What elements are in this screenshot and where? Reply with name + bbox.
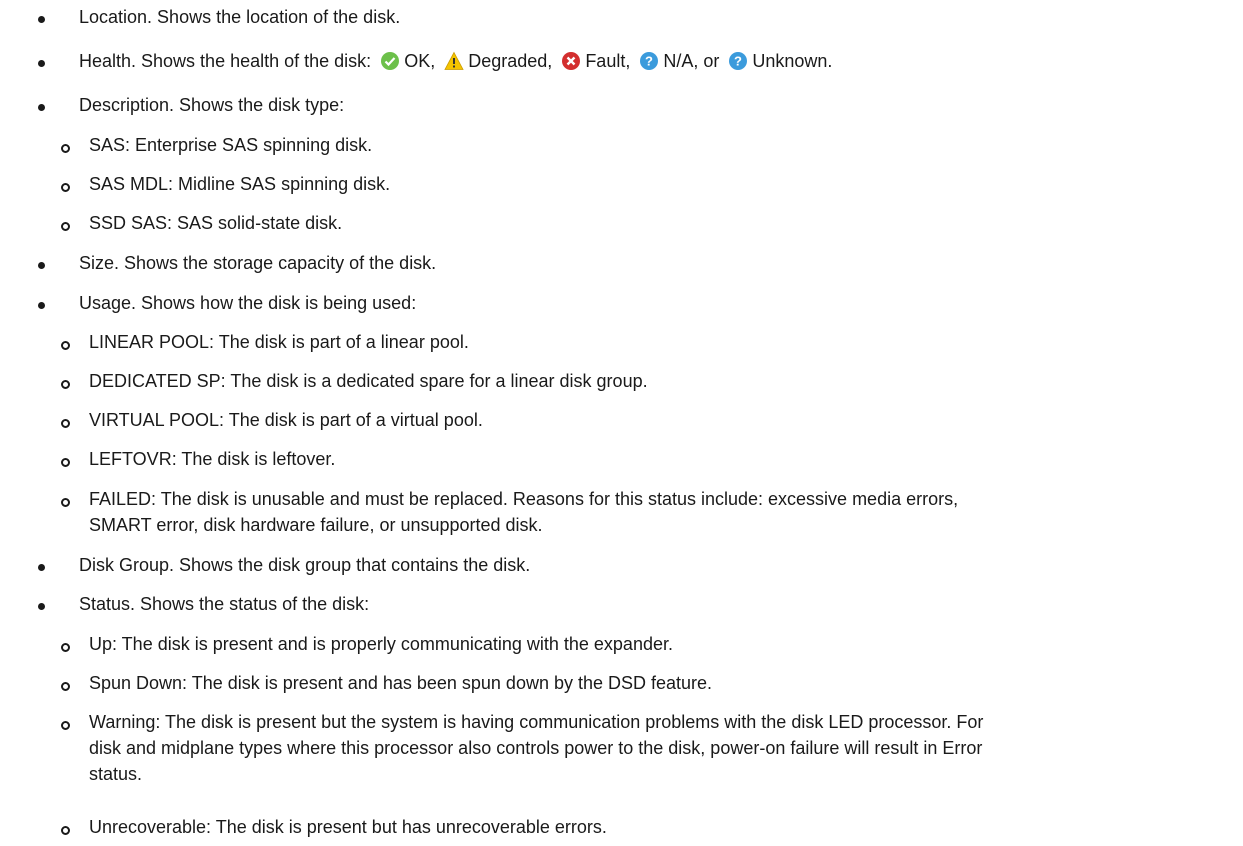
list-item-text: LINEAR POOL: The disk is part of a linea… [89, 332, 469, 352]
list-item-text: FAILED: The disk is unusable and must be… [89, 489, 959, 509]
sub-bullet [61, 643, 70, 652]
bullet [38, 302, 45, 309]
check-circle-icon [381, 52, 400, 70]
list-item-text-continued: SMART error, disk hardware failure, or u… [89, 515, 543, 535]
list-item-text: Warning: The disk is present but the sys… [89, 712, 984, 732]
bullet [38, 60, 45, 67]
sub-bullet [61, 144, 70, 153]
question-circle-icon: ? [640, 52, 659, 70]
sub-bullet [61, 222, 70, 231]
list-item-text: VIRTUAL POOL: The disk is part of a virt… [89, 410, 483, 430]
sub-bullet [61, 682, 70, 691]
sub-bullet [61, 341, 70, 350]
health-unknown-label: Unknown. [752, 51, 833, 71]
health-prefix: Health. Shows the health of the disk: [79, 51, 372, 71]
list-item-text-continued: status. [89, 764, 143, 784]
list-item-text: Up: The disk is present and is properly … [89, 634, 673, 654]
list-item-text: SAS: Enterprise SAS spinning disk. [89, 135, 373, 155]
sub-bullet [61, 419, 70, 428]
x-circle-icon [562, 52, 581, 70]
list-item-text: SSD SAS: SAS solid-state disk. [89, 213, 343, 233]
list-item-text: Size. Shows the storage capacity of the … [79, 253, 437, 273]
health-na-label: N/A, or [663, 51, 720, 71]
list-item-text: SAS MDL: Midline SAS spinning disk. [89, 174, 391, 194]
svg-text:?: ? [734, 54, 742, 69]
sub-bullet [61, 458, 70, 467]
list-item-text: Description. Shows the disk type: [79, 95, 345, 115]
question-circle-icon: ? [729, 52, 748, 70]
list-item-text: Disk Group. Shows the disk group that co… [79, 555, 531, 575]
sub-bullet [61, 721, 70, 730]
svg-text:?: ? [645, 54, 653, 69]
sub-bullet [61, 826, 70, 835]
list-item-text-continued: disk and midplane types where this proce… [89, 738, 983, 758]
bullet [38, 603, 45, 610]
bullet [38, 16, 45, 23]
health-ok-label: OK, [404, 51, 436, 71]
health-degraded-label: Degraded, [468, 51, 553, 71]
list-item-text: Status. Shows the status of the disk: [79, 594, 370, 614]
sub-bullet [61, 498, 70, 507]
warning-triangle-icon [444, 51, 464, 70]
bullet [38, 104, 45, 111]
bullet [38, 564, 45, 571]
bullet [38, 262, 45, 269]
list-item-text: Usage. Shows how the disk is being used: [79, 293, 417, 313]
sub-bullet [61, 380, 70, 389]
list-item-text: Spun Down: The disk is present and has b… [89, 673, 713, 693]
list-item-text: DEDICATED SP: The disk is a dedicated sp… [89, 371, 648, 391]
sub-bullet [61, 183, 70, 192]
list-item-text: Unrecoverable: The disk is present but h… [89, 817, 607, 837]
health-fault-label: Fault, [585, 51, 631, 71]
list-item-text: LEFTOVR: The disk is leftover. [89, 449, 336, 469]
list-item-text: Health. Shows the health of the disk: OK… [79, 48, 832, 74]
list-item-text: Location. Shows the location of the disk… [79, 7, 401, 27]
